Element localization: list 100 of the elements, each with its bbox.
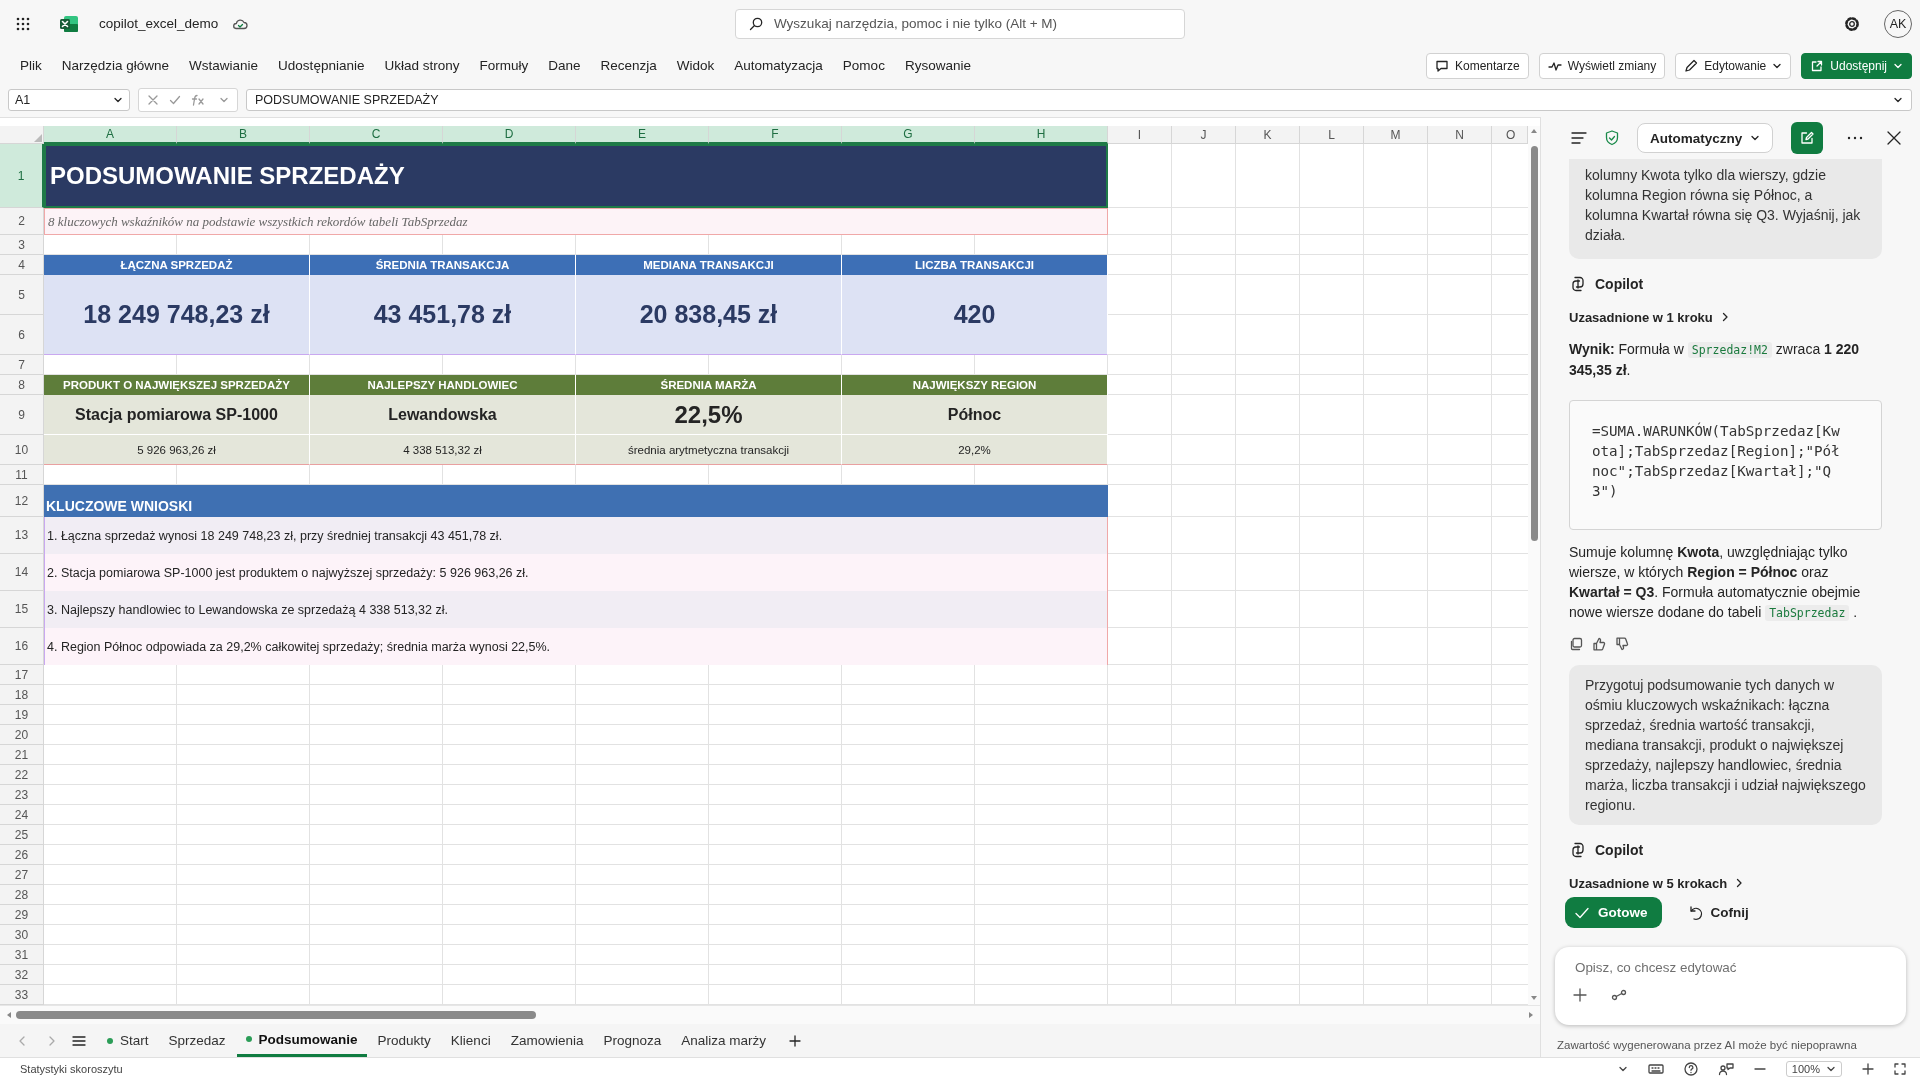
row-header[interactable]: 14 bbox=[0, 554, 44, 592]
menu-tab[interactable]: Plik bbox=[10, 52, 52, 80]
grounding-link[interactable]: Uzasadnione w 5 krokach bbox=[1569, 873, 1882, 894]
row-header[interactable]: 19 bbox=[0, 705, 44, 726]
column-header[interactable]: F bbox=[709, 126, 842, 145]
row-header[interactable]: 5 bbox=[0, 275, 44, 316]
kpi-value: 43 451,78 zł bbox=[310, 275, 576, 356]
metric-header: NAJWIĘKSZY REGION bbox=[842, 375, 1108, 396]
row-header[interactable]: 27 bbox=[0, 865, 44, 886]
metric-value: Stacja pomiarowa SP-1000 bbox=[44, 395, 310, 436]
column-header[interactable]: O bbox=[1492, 126, 1528, 145]
menu-tab[interactable]: Automatyzacja bbox=[724, 52, 833, 80]
toolbar-button[interactable]: Wyświetl zmiany bbox=[1538, 52, 1666, 79]
menu-tab[interactable]: Układ strony bbox=[374, 52, 470, 80]
menu-tab[interactable]: Wstawianie bbox=[179, 52, 269, 80]
column-header[interactable]: G bbox=[842, 126, 975, 145]
row-header[interactable]: 1 bbox=[0, 144, 44, 209]
menu-tab[interactable]: Widok bbox=[666, 52, 725, 80]
sheet-tab[interactable]: Zamowienia bbox=[501, 1024, 593, 1058]
sheet-tab[interactable]: Klienci bbox=[441, 1024, 500, 1058]
row-header[interactable]: 2 bbox=[0, 208, 44, 236]
column-header[interactable]: H bbox=[975, 126, 1108, 145]
kpi-header: ŚREDNIA TRANSAKCJA bbox=[310, 255, 576, 276]
row-header[interactable]: 3 bbox=[0, 235, 44, 256]
column-header[interactable]: I bbox=[1108, 126, 1172, 145]
metric-value: Północ bbox=[842, 395, 1108, 436]
column-header[interactable]: J bbox=[1172, 126, 1236, 145]
row-header[interactable]: 8 bbox=[0, 375, 44, 396]
share-button[interactable]: Udostępnij bbox=[1801, 52, 1912, 79]
row-header[interactable]: 25 bbox=[0, 825, 44, 846]
column-header[interactable]: C bbox=[310, 126, 443, 145]
editing-mode-button[interactable]: Edytowanie bbox=[1675, 52, 1792, 79]
user-message: kolumny Kwota tylko dla wierszy, gdzie kolumna Region równa się Północ, a kolumna Kwartał równa się Q3. Wyjaśnij, jak działa. bbox=[1569, 159, 1882, 260]
sheet-tab[interactable]: Prognoza bbox=[594, 1024, 671, 1058]
insight-text: 3. Najlepszy handlowiec to Lewandowska ze sprzedażą 4 338 513,32 zł. bbox=[44, 591, 1108, 629]
row-header[interactable]: 28 bbox=[0, 885, 44, 906]
row-header[interactable]: 6 bbox=[0, 315, 44, 356]
column-header[interactable]: A bbox=[44, 126, 177, 145]
undo-button[interactable]: Cofnij bbox=[1677, 897, 1763, 929]
column-header[interactable]: E bbox=[576, 126, 709, 145]
menu-tab[interactable]: Recenzja bbox=[590, 52, 667, 80]
kpi-header: LICZBA TRANSAKCJI bbox=[842, 255, 1108, 276]
formula-code: =SUMA.WARUNKÓW(TabSprzedaz[Kwota];TabSprzedaz[Region];"Północ";TabSprzedaz[Kwartał];"Q3") bbox=[1592, 421, 1841, 502]
column-header[interactable]: K bbox=[1236, 126, 1300, 145]
menu-tab[interactable]: Formuły bbox=[469, 52, 539, 80]
column-header[interactable]: N bbox=[1428, 126, 1492, 145]
row-header[interactable]: 22 bbox=[0, 765, 44, 786]
grounding-link[interactable]: Uzasadnione w 1 kroku bbox=[1569, 307, 1882, 328]
row-header[interactable]: 18 bbox=[0, 685, 44, 706]
sheet-tab[interactable]: Start bbox=[98, 1024, 158, 1058]
kpi-value: 18 249 748,23 zł bbox=[44, 275, 310, 356]
done-button[interactable]: Gotowe bbox=[1565, 897, 1662, 929]
row-header[interactable]: 29 bbox=[0, 905, 44, 926]
search-field[interactable]: Wyszukaj narzędzia, pomoc i nie tylko (Alt + M) bbox=[735, 8, 1185, 39]
sheet-tab[interactable]: Produkty bbox=[368, 1024, 440, 1058]
row-header[interactable]: 30 bbox=[0, 925, 44, 946]
column-header[interactable]: B bbox=[177, 126, 310, 145]
name-box[interactable]: A1 bbox=[8, 89, 130, 112]
insight-text: 2. Stacja pomiarowa SP-1000 jest produktem o najwyższej sprzedaży: 5 926 963,26 zł. bbox=[44, 554, 1108, 592]
row-header[interactable]: 4 bbox=[0, 255, 44, 276]
menu-tab[interactable]: Udostępnianie bbox=[268, 52, 375, 80]
row-header[interactable]: 10 bbox=[0, 435, 44, 466]
row-header[interactable]: 20 bbox=[0, 725, 44, 746]
column-header[interactable]: D bbox=[443, 126, 576, 145]
row-header[interactable]: 31 bbox=[0, 945, 44, 966]
menu-tab[interactable]: Pomoc bbox=[832, 52, 895, 80]
prompt-field[interactable]: Opisz, co chcesz edytować bbox=[1573, 959, 1888, 977]
row-header[interactable]: 24 bbox=[0, 805, 44, 826]
row-header[interactable]: 33 bbox=[0, 985, 44, 1006]
sheet-tab[interactable]: Analiza marży bbox=[672, 1024, 775, 1058]
row-header[interactable]: 17 bbox=[0, 665, 44, 686]
kpi-header: MEDIANA TRANSAKCJI bbox=[576, 255, 842, 276]
menu-tab[interactable]: Rysowanie bbox=[894, 52, 981, 80]
menu-tab[interactable]: Narzędzia główne bbox=[51, 52, 180, 80]
row-header[interactable]: 21 bbox=[0, 745, 44, 766]
toolbar-button[interactable]: Komentarze bbox=[1425, 52, 1529, 79]
column-header[interactable]: L bbox=[1300, 126, 1364, 145]
column-header[interactable]: M bbox=[1364, 126, 1428, 145]
row-header[interactable]: 32 bbox=[0, 965, 44, 986]
row-header[interactable]: 11 bbox=[0, 465, 44, 486]
metric-header: NAJLEPSZY HANDLOWIEC bbox=[310, 375, 576, 396]
row-header[interactable]: 15 bbox=[0, 591, 44, 629]
sheet-subtitle: 8 kluczowych wskaźników na podstawie wszystkich rekordów tabeli TabSprzedaz bbox=[44, 208, 1108, 236]
row-header[interactable]: 12 bbox=[0, 485, 44, 518]
metric-header: ŚREDNIA MARŻA bbox=[576, 375, 842, 396]
zoom-dropdown[interactable]: 100% bbox=[1785, 1061, 1842, 1078]
mode-dropdown[interactable]: Automatyczny bbox=[1637, 123, 1774, 154]
row-header[interactable]: 9 bbox=[0, 395, 44, 436]
row-header[interactable]: 16 bbox=[0, 628, 44, 666]
menu-tab[interactable]: Dane bbox=[538, 52, 591, 80]
formula-field[interactable]: PODSUMOWANIE SPRZEDAŻY bbox=[246, 89, 1912, 112]
row-header[interactable]: 26 bbox=[0, 845, 44, 866]
row-header[interactable]: 7 bbox=[0, 355, 44, 376]
sheet-title: PODSUMOWANIE SPRZEDAŻY bbox=[44, 144, 1108, 209]
row-header[interactable]: 23 bbox=[0, 785, 44, 806]
sheet-tab[interactable]: Sprzedaz bbox=[159, 1024, 235, 1058]
metric-value: Lewandowska bbox=[310, 395, 576, 436]
message-text: Sumuje kolumnę Kwota, uwzględniając tylko wiersze, w których Region = Północ oraz Kwartał = Q3. Formuła automatycznie obejmie nowe wiersze dodane do tabeli TabSprzedaz . bbox=[1569, 543, 1862, 624]
user-message: Przygotuj podsumowanie tych danych w ośmiu kluczowych wskaźnikach: łączna sprzedaż, średnia wartość transakcji, mediana transakcji, produkt o największej sprzedaży, najlepszy handlowiec, średnia marża, liczba transakcji i udział największego regionu. bbox=[1569, 665, 1882, 826]
row-header[interactable]: 13 bbox=[0, 517, 44, 555]
